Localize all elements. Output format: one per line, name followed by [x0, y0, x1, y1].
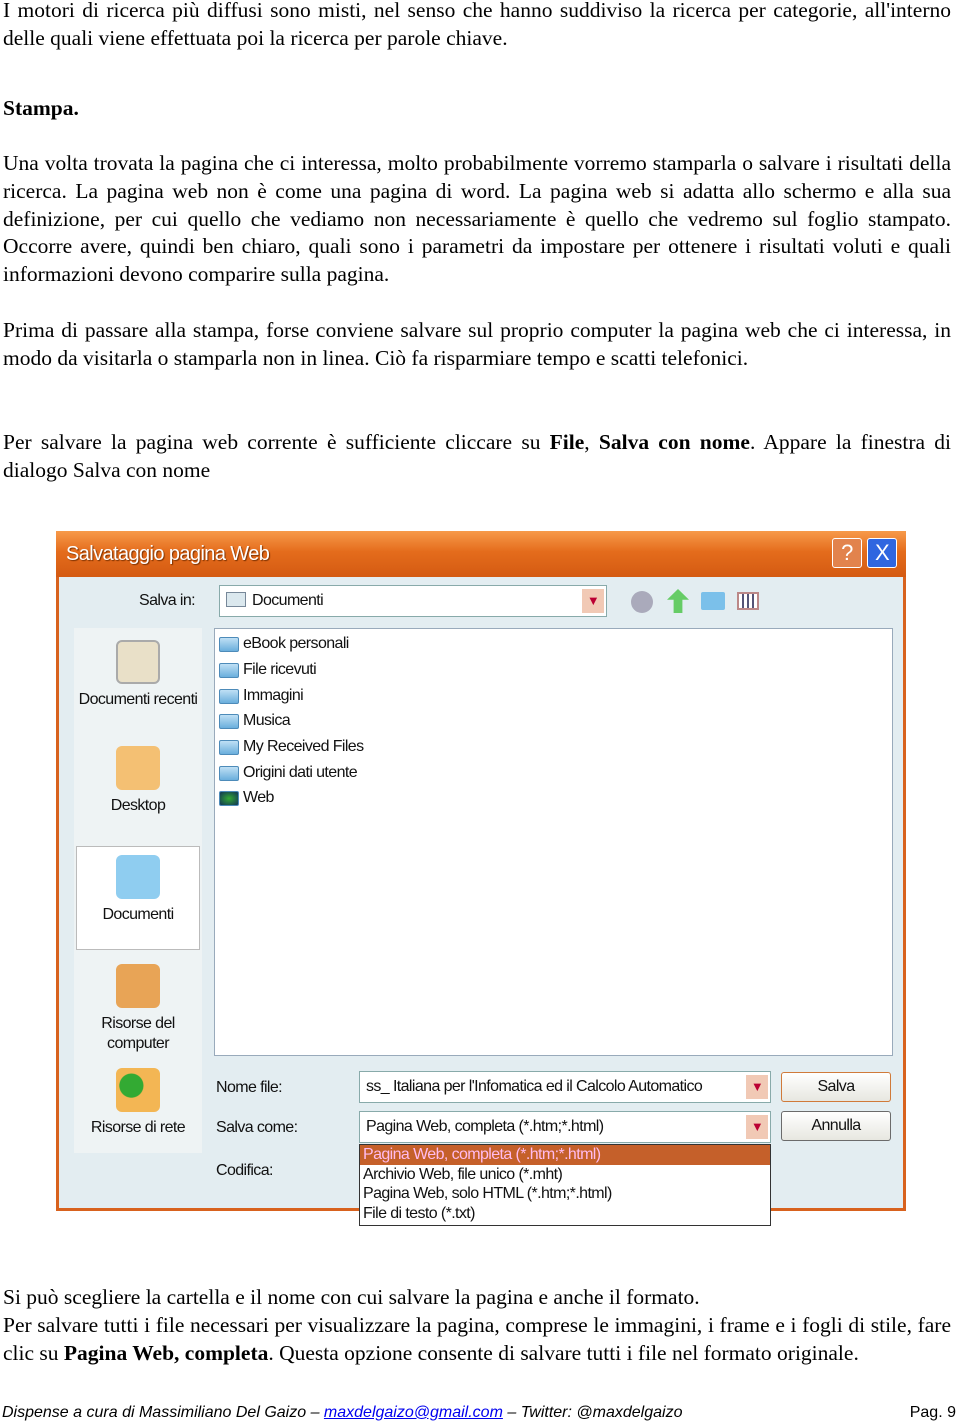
save-in-select[interactable]: Documenti ▼	[219, 585, 607, 617]
chevron-down-icon: ▼	[582, 589, 604, 613]
documents-folder-icon	[116, 855, 160, 899]
section-heading: Stampa.	[3, 96, 79, 120]
list-item[interactable]: File ricevuti	[219, 661, 317, 679]
save-dialog-screenshot: Salvataggio pagina Web ? X Salva in: Doc…	[56, 531, 906, 1226]
network-icon	[116, 1068, 160, 1112]
chevron-down-icon: ▼	[746, 1115, 768, 1139]
paragraph: I motori di ricerca più diffusi sono mis…	[3, 0, 951, 50]
saveas-label: Salva come:	[216, 1119, 298, 1136]
list-item[interactable]: My Received Files	[219, 738, 364, 756]
save-button[interactable]: Salva	[781, 1072, 891, 1102]
folder-icon	[219, 662, 239, 678]
filename-input[interactable]: ss_ Italiana per l'Infomatica ed il Calc…	[359, 1071, 771, 1103]
paragraph: Prima di passare alla stampa, forse conv…	[3, 318, 951, 370]
place-recent[interactable]: Documenti recenti	[74, 640, 202, 710]
file-list: eBook personali File ricevuti Immagini M…	[214, 628, 893, 1056]
saveas-select[interactable]: Pagina Web, completa (*.htm;*.html) ▼	[359, 1111, 771, 1143]
back-icon[interactable]	[631, 591, 653, 613]
computer-icon	[116, 964, 160, 1008]
music-folder-icon	[219, 713, 239, 729]
clock-document-icon	[116, 640, 160, 684]
place-desktop[interactable]: Desktop	[74, 746, 202, 816]
list-item[interactable]: Immagini	[219, 687, 304, 705]
page-number: Pag. 9	[909, 1404, 956, 1421]
list-item[interactable]: eBook personali	[219, 635, 349, 653]
saveas-dropdown-list: Pagina Web, completa (*.htm;*.html) Arch…	[359, 1144, 771, 1226]
list-item[interactable]: Origini dati utente	[219, 764, 358, 782]
pictures-folder-icon	[219, 688, 239, 704]
encoding-label: Codifica:	[216, 1162, 273, 1179]
folder-icon	[219, 739, 239, 755]
footer: Dispense a cura di Massimiliano Del Gaiz…	[2, 1404, 683, 1421]
cancel-button[interactable]: Annulla	[781, 1111, 891, 1141]
up-folder-icon[interactable]	[667, 589, 689, 613]
dialog-title: Salvataggio pagina Web	[56, 531, 906, 577]
places-bar: Documenti recenti Desktop Documenti Riso…	[74, 628, 202, 1153]
new-folder-icon[interactable]	[701, 592, 725, 610]
place-documents[interactable]: Documenti	[76, 846, 200, 950]
dropdown-option[interactable]: Archivio Web, file unico (*.mht)	[360, 1165, 770, 1185]
help-button[interactable]: ?	[832, 538, 862, 568]
paragraph: Una volta trovata la pagina che ci inter…	[3, 151, 951, 287]
data-sources-folder-icon	[219, 765, 239, 781]
desktop-icon	[116, 746, 160, 790]
email-link[interactable]: maxdelgaizo@gmail.com	[324, 1404, 503, 1421]
dropdown-option[interactable]: Pagina Web, solo HTML (*.htm;*.html)	[360, 1184, 770, 1204]
folder-icon	[219, 636, 239, 652]
list-item[interactable]: Musica	[219, 712, 291, 730]
place-network[interactable]: Risorse di rete	[74, 1068, 202, 1138]
view-menu-icon[interactable]	[737, 592, 759, 610]
dropdown-option[interactable]: File di testo (*.txt)	[360, 1204, 770, 1224]
filename-label: Nome file:	[216, 1079, 283, 1096]
dropdown-option[interactable]: Pagina Web, completa (*.htm;*.html)	[360, 1145, 770, 1165]
paragraph: Per salvare tutti i file necessari per v…	[3, 1313, 951, 1365]
save-in-label: Salva in:	[139, 592, 196, 609]
web-icon	[219, 790, 239, 806]
close-button[interactable]: X	[867, 538, 897, 568]
chevron-down-icon: ▼	[746, 1075, 768, 1099]
paragraph: Si può scegliere la cartella e il nome c…	[3, 1285, 700, 1309]
place-computer[interactable]: Risorse del computer	[74, 964, 202, 1054]
list-item[interactable]: Web	[219, 789, 274, 807]
paragraph: Per salvare la pagina web corrente è suf…	[3, 430, 952, 482]
folder-icon	[226, 592, 246, 607]
